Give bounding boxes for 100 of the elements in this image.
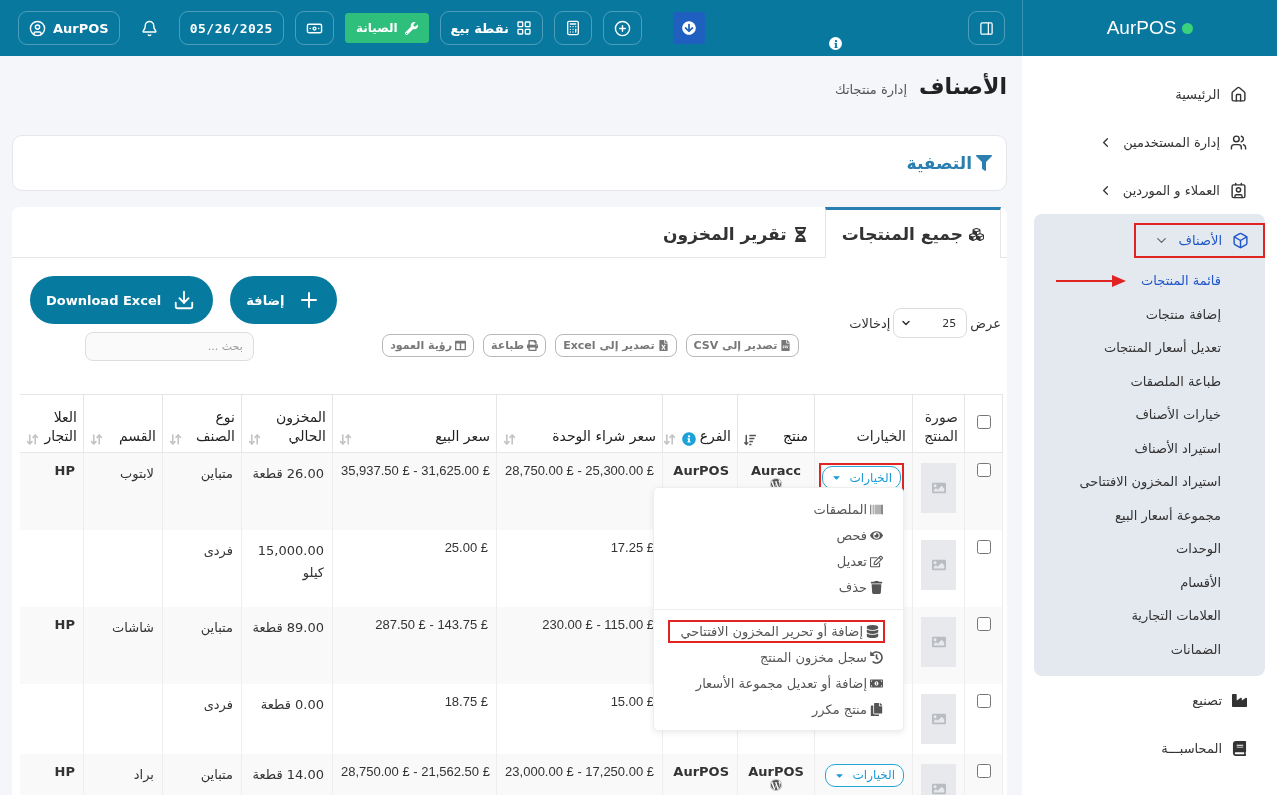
calculator-button[interactable] xyxy=(554,11,592,45)
table-cell: 23,000.00 £ - 17,250.00 £ xyxy=(505,763,654,779)
menu-item[interactable]: إضافة أو تحرير المخزون الافتتاحي xyxy=(680,623,879,639)
sidebar-item[interactable]: الرئيسية xyxy=(1167,81,1255,107)
database-icon xyxy=(866,624,879,638)
export-button[interactable]: تصدير إلى CSV xyxy=(685,334,800,357)
sidebar-subitem[interactable]: الأقسام xyxy=(1180,574,1221,590)
add-product-button[interactable]: إضافة xyxy=(230,276,337,324)
table-cell-text: 89.00 قطعة xyxy=(251,618,324,637)
edit-icon xyxy=(870,554,883,568)
table-cell-text: AurPOS xyxy=(672,463,729,478)
info-icon[interactable] xyxy=(829,37,842,50)
info-icon[interactable] xyxy=(681,432,696,446)
entries-label: إدخالات xyxy=(849,315,891,331)
table-cell-text: براد xyxy=(132,765,154,784)
row-checkbox[interactable] xyxy=(976,763,991,778)
add-button[interactable] xyxy=(603,11,642,45)
table-cell: 28,750.00 £ - 25,300.00 £ xyxy=(505,463,654,478)
sidebar-subitem[interactable]: استيراد المخزون الافتتاحى xyxy=(1079,474,1221,490)
table-cell-text: 287.50 £ - 143.75 £ xyxy=(374,616,488,632)
select-value: 25 xyxy=(942,316,957,330)
csv-file-icon xyxy=(780,340,792,351)
sidebar-subitem[interactable]: الضمانات xyxy=(1170,641,1221,657)
sort-descending-icon[interactable] xyxy=(744,434,756,446)
column-header[interactable]: الفرع xyxy=(699,427,731,446)
sidebar-item[interactable]: تصنيع xyxy=(1184,688,1255,712)
menu-item[interactable]: سجل مخزون المنتج xyxy=(759,649,883,665)
brand-name: AurPOS xyxy=(1106,17,1177,39)
sidebar-subitem[interactable]: الوحدات xyxy=(1176,541,1221,557)
sidebar-subitem[interactable]: قائمة المنتجات xyxy=(1141,273,1221,289)
calculator-icon xyxy=(565,20,581,36)
table-cell-text: 15,000.00 كيلو xyxy=(256,541,324,583)
download-excel-button[interactable]: Download Excel xyxy=(30,276,214,324)
download-icon xyxy=(173,289,196,311)
export-button[interactable]: رؤية العمود xyxy=(382,334,474,357)
image-icon xyxy=(931,781,946,795)
table-cell-text: فردى xyxy=(202,541,233,561)
table-cell-text: AurPOS xyxy=(672,763,729,779)
table-cell: 35,937.50 £ - 31,625.00 £ xyxy=(341,463,488,478)
table-cell-text: 230.00 £ - 115.00 £ xyxy=(541,616,654,632)
table-cell: 28,750.00 £ - 21,562.50 £ xyxy=(341,763,488,779)
sidebar-subitem[interactable]: إضافة منتجات xyxy=(1145,306,1221,322)
row-checkbox[interactable] xyxy=(976,616,991,631)
image-icon xyxy=(931,711,946,726)
plus-icon xyxy=(614,19,631,37)
pos-button[interactable]: نقطة بيع xyxy=(439,11,543,45)
download-button[interactable] xyxy=(673,12,705,44)
tab[interactable]: تقرير المخزون xyxy=(646,207,825,258)
table-cell-text: 26.00 قطعة xyxy=(251,465,324,483)
sidebar-subitem[interactable]: مجموعة أسعار البيع xyxy=(1115,507,1221,523)
sidebar-subitem[interactable]: استيراد الأصناف xyxy=(1134,440,1221,456)
filter-toggle[interactable]: التصفية xyxy=(906,153,992,173)
box-icon xyxy=(1232,231,1249,249)
hourglass-icon xyxy=(792,226,808,242)
sidebar-subitem[interactable]: تعديل أسعار المنتجات xyxy=(1104,340,1221,356)
table-cell-text: 14.00 قطعة xyxy=(251,765,324,784)
export-button[interactable]: تصدير إلى Excel xyxy=(555,334,677,357)
tab[interactable]: جميع المنتجات xyxy=(824,207,1001,258)
profile-button[interactable]: AurPOS xyxy=(18,11,120,45)
download-icon xyxy=(682,21,696,35)
menu-item[interactable]: فحص xyxy=(836,527,883,543)
cash-button[interactable] xyxy=(294,11,334,45)
sidebar-item[interactable]: العملاء و الموردين xyxy=(1089,177,1255,203)
select-all-checkbox[interactable] xyxy=(976,415,991,429)
date-button[interactable]: 05/26/2025 xyxy=(178,11,284,45)
column-header[interactable]: القسم xyxy=(118,427,156,446)
entries-select[interactable]: 25 xyxy=(893,308,968,338)
column-header[interactable]: سعر البيع xyxy=(435,427,490,446)
sidebar-subitem[interactable]: خيارات الأصناف xyxy=(1135,407,1221,423)
menu-item[interactable]: تعديل xyxy=(836,553,883,569)
row-checkbox[interactable] xyxy=(976,539,991,554)
column-header[interactable]: منتج xyxy=(783,427,808,446)
image-icon xyxy=(931,557,946,572)
menu-item[interactable]: منتج مكرر xyxy=(812,701,883,717)
table-cell-text: متباين xyxy=(199,465,233,484)
product-name: AurPOS xyxy=(747,763,805,779)
export-button[interactable]: طباعة xyxy=(483,334,547,357)
bell-icon xyxy=(140,19,158,37)
table-cell-text: 18.75 £ xyxy=(443,693,488,709)
sidebar-subitem[interactable]: طباعة الملصقات xyxy=(1130,373,1221,389)
sidebar-subitem[interactable]: العلامات التجارية xyxy=(1131,608,1221,624)
sidebar-item[interactable]: المحاسبـــة xyxy=(1153,736,1255,760)
entries-label: عرض xyxy=(970,315,1001,331)
history-icon xyxy=(870,650,883,664)
book-icon xyxy=(1232,740,1247,756)
sidebar-item[interactable]: إدارة المستخدمين xyxy=(1090,129,1255,155)
table-cell-text: HP xyxy=(53,616,75,632)
row-checkbox[interactable] xyxy=(976,693,991,708)
sidebar-toggle-button[interactable] xyxy=(968,11,1005,45)
menu-item[interactable]: إضافة أو تعديل مجموعة الأسعار xyxy=(695,675,883,691)
sidebar-item[interactable]: الأصناف xyxy=(1145,227,1257,253)
menu-item[interactable]: حذف xyxy=(838,579,883,595)
filter-icon xyxy=(976,155,992,171)
table-cell-text: متباين xyxy=(199,618,233,638)
menu-item[interactable]: الملصقات xyxy=(813,501,883,517)
row-checkbox[interactable] xyxy=(976,463,991,477)
search-field[interactable]: بحث ... xyxy=(84,332,254,361)
table-cell-text: فردى xyxy=(202,695,233,715)
home-icon xyxy=(1230,85,1247,103)
factory-icon xyxy=(1232,692,1247,708)
